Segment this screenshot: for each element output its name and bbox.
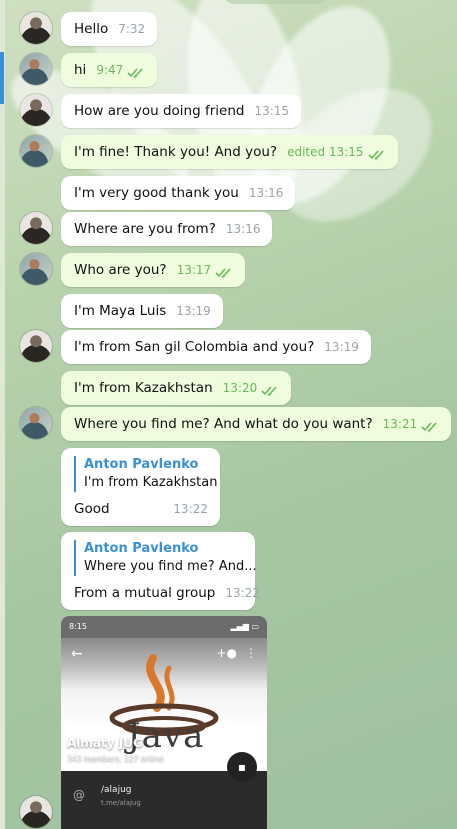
message-bubble[interactable]: Who are you? 13:17 bbox=[61, 253, 246, 287]
message-text: From a mutual group bbox=[74, 585, 216, 601]
message-time: 7:32 bbox=[118, 22, 146, 36]
message-text: I'm from San gil Colombia and you? bbox=[74, 339, 315, 355]
avatar[interactable] bbox=[20, 796, 52, 828]
signal-icon: ▂▄▆ ▭ bbox=[230, 622, 259, 631]
message-text: How are you doing friend bbox=[74, 103, 245, 119]
message-text: I'm from Kazakhstan bbox=[74, 380, 213, 396]
message-bubble[interactable]: How are you doing friend 13:15 bbox=[61, 94, 302, 128]
group-link-url: t.me/alajug bbox=[101, 799, 141, 807]
message-text: hi bbox=[74, 62, 87, 78]
message-bubble[interactable]: Where you find me? And what do you want?… bbox=[61, 407, 452, 441]
message-bubble[interactable]: Where are you from? 13:16 bbox=[61, 212, 273, 246]
reply-message-bubble[interactable]: Anton Pavlenko Where you find me? And...… bbox=[61, 532, 260, 610]
previous-message-edge bbox=[224, 0, 328, 4]
double-check-icon bbox=[261, 386, 277, 397]
message-bubble[interactable]: I'm from Kazakhstan 13:20 bbox=[61, 371, 292, 405]
avatar[interactable] bbox=[20, 12, 52, 44]
reply-message-bubble[interactable]: Anton Pavlenko I'm from Kazakhstan Good 1… bbox=[61, 448, 220, 526]
double-check-icon bbox=[367, 150, 384, 161]
message-text: I'm fine! Thank you! And you? bbox=[74, 144, 278, 160]
double-check-icon bbox=[215, 268, 231, 279]
status-time: 8:15 bbox=[69, 622, 87, 631]
phone-toolbar: ← +● ⋮ bbox=[61, 638, 267, 678]
back-arrow-icon: ← bbox=[71, 646, 83, 662]
reply-quote[interactable]: Anton Pavlenko Where you find me? And... bbox=[74, 540, 257, 576]
message-text: I'm very good thank you bbox=[74, 185, 239, 201]
message-bubble[interactable]: I'm from San gil Colombia and you? 13:19 bbox=[61, 330, 371, 364]
message-time: 13:15 bbox=[254, 104, 290, 118]
message-bubble[interactable]: I'm Maya Luis 13:19 bbox=[61, 294, 223, 328]
message-time: 13:22 bbox=[173, 502, 208, 516]
message-text: Good bbox=[74, 501, 110, 517]
avatar[interactable] bbox=[20, 330, 52, 362]
avatar[interactable] bbox=[20, 135, 52, 167]
avatar[interactable] bbox=[20, 407, 52, 439]
group-meta: 343 members, 127 online bbox=[67, 754, 164, 763]
message-bubble[interactable]: I'm fine! Thank you! And you? edited 13:1… bbox=[61, 135, 398, 169]
reply-author: Anton Pavlenko bbox=[84, 541, 199, 556]
image-message[interactable]: Java 8:15 ▂▄▆ ▭ ← +● ⋮ Almaty JUG 343 me… bbox=[61, 616, 267, 829]
double-check-icon bbox=[127, 68, 143, 79]
double-check-icon bbox=[421, 422, 437, 433]
message-time: 13:22 bbox=[225, 586, 260, 600]
reply-quote-text: I'm from Kazakhstan bbox=[84, 475, 218, 490]
avatar[interactable] bbox=[20, 212, 52, 244]
left-panel-edge bbox=[0, 0, 5, 829]
message-bubble[interactable]: I'm very good thank you 13:16 bbox=[61, 176, 296, 210]
group-link-title: /alajug bbox=[101, 785, 132, 795]
reply-quote[interactable]: Anton Pavlenko I'm from Kazakhstan bbox=[74, 456, 218, 492]
message-text: Where you find me? And what do you want? bbox=[74, 416, 373, 432]
message-time: 13:19 bbox=[324, 340, 359, 354]
message-time: 13:20 bbox=[222, 381, 258, 395]
reply-quote-text: Where you find me? And... bbox=[84, 559, 257, 574]
at-icon: @ bbox=[73, 788, 85, 802]
message-bubble[interactable]: Hello 7:32 bbox=[61, 12, 158, 46]
message-time: 13:19 bbox=[176, 304, 211, 318]
message-text: Where are you from? bbox=[74, 221, 216, 237]
phone-status-bar: 8:15 ▂▄▆ ▭ bbox=[61, 616, 267, 638]
message-time: 9:47 bbox=[96, 63, 124, 77]
active-chat-indicator bbox=[0, 52, 4, 104]
message-text: I'm Maya Luis bbox=[74, 303, 167, 319]
avatar[interactable] bbox=[20, 94, 52, 126]
message-text: Hello bbox=[74, 21, 109, 37]
chat-icon: ▪ bbox=[227, 752, 257, 782]
message-bubble[interactable]: hi 9:47 bbox=[61, 53, 158, 87]
avatar[interactable] bbox=[20, 53, 52, 85]
message-time: 13:16 bbox=[248, 186, 284, 200]
message-time: 13:21 bbox=[382, 417, 418, 431]
more-icon: ⋮ bbox=[245, 646, 257, 660]
message-time: 13:16 bbox=[225, 222, 261, 236]
group-title: Almaty JUG bbox=[67, 736, 143, 750]
message-time: 13:17 bbox=[176, 263, 212, 277]
add-user-icon: +● bbox=[216, 646, 237, 660]
avatar[interactable] bbox=[20, 253, 52, 285]
message-text: Who are you? bbox=[74, 262, 167, 278]
message-time: edited 13:15 bbox=[287, 145, 364, 159]
reply-author: Anton Pavlenko bbox=[84, 457, 199, 472]
